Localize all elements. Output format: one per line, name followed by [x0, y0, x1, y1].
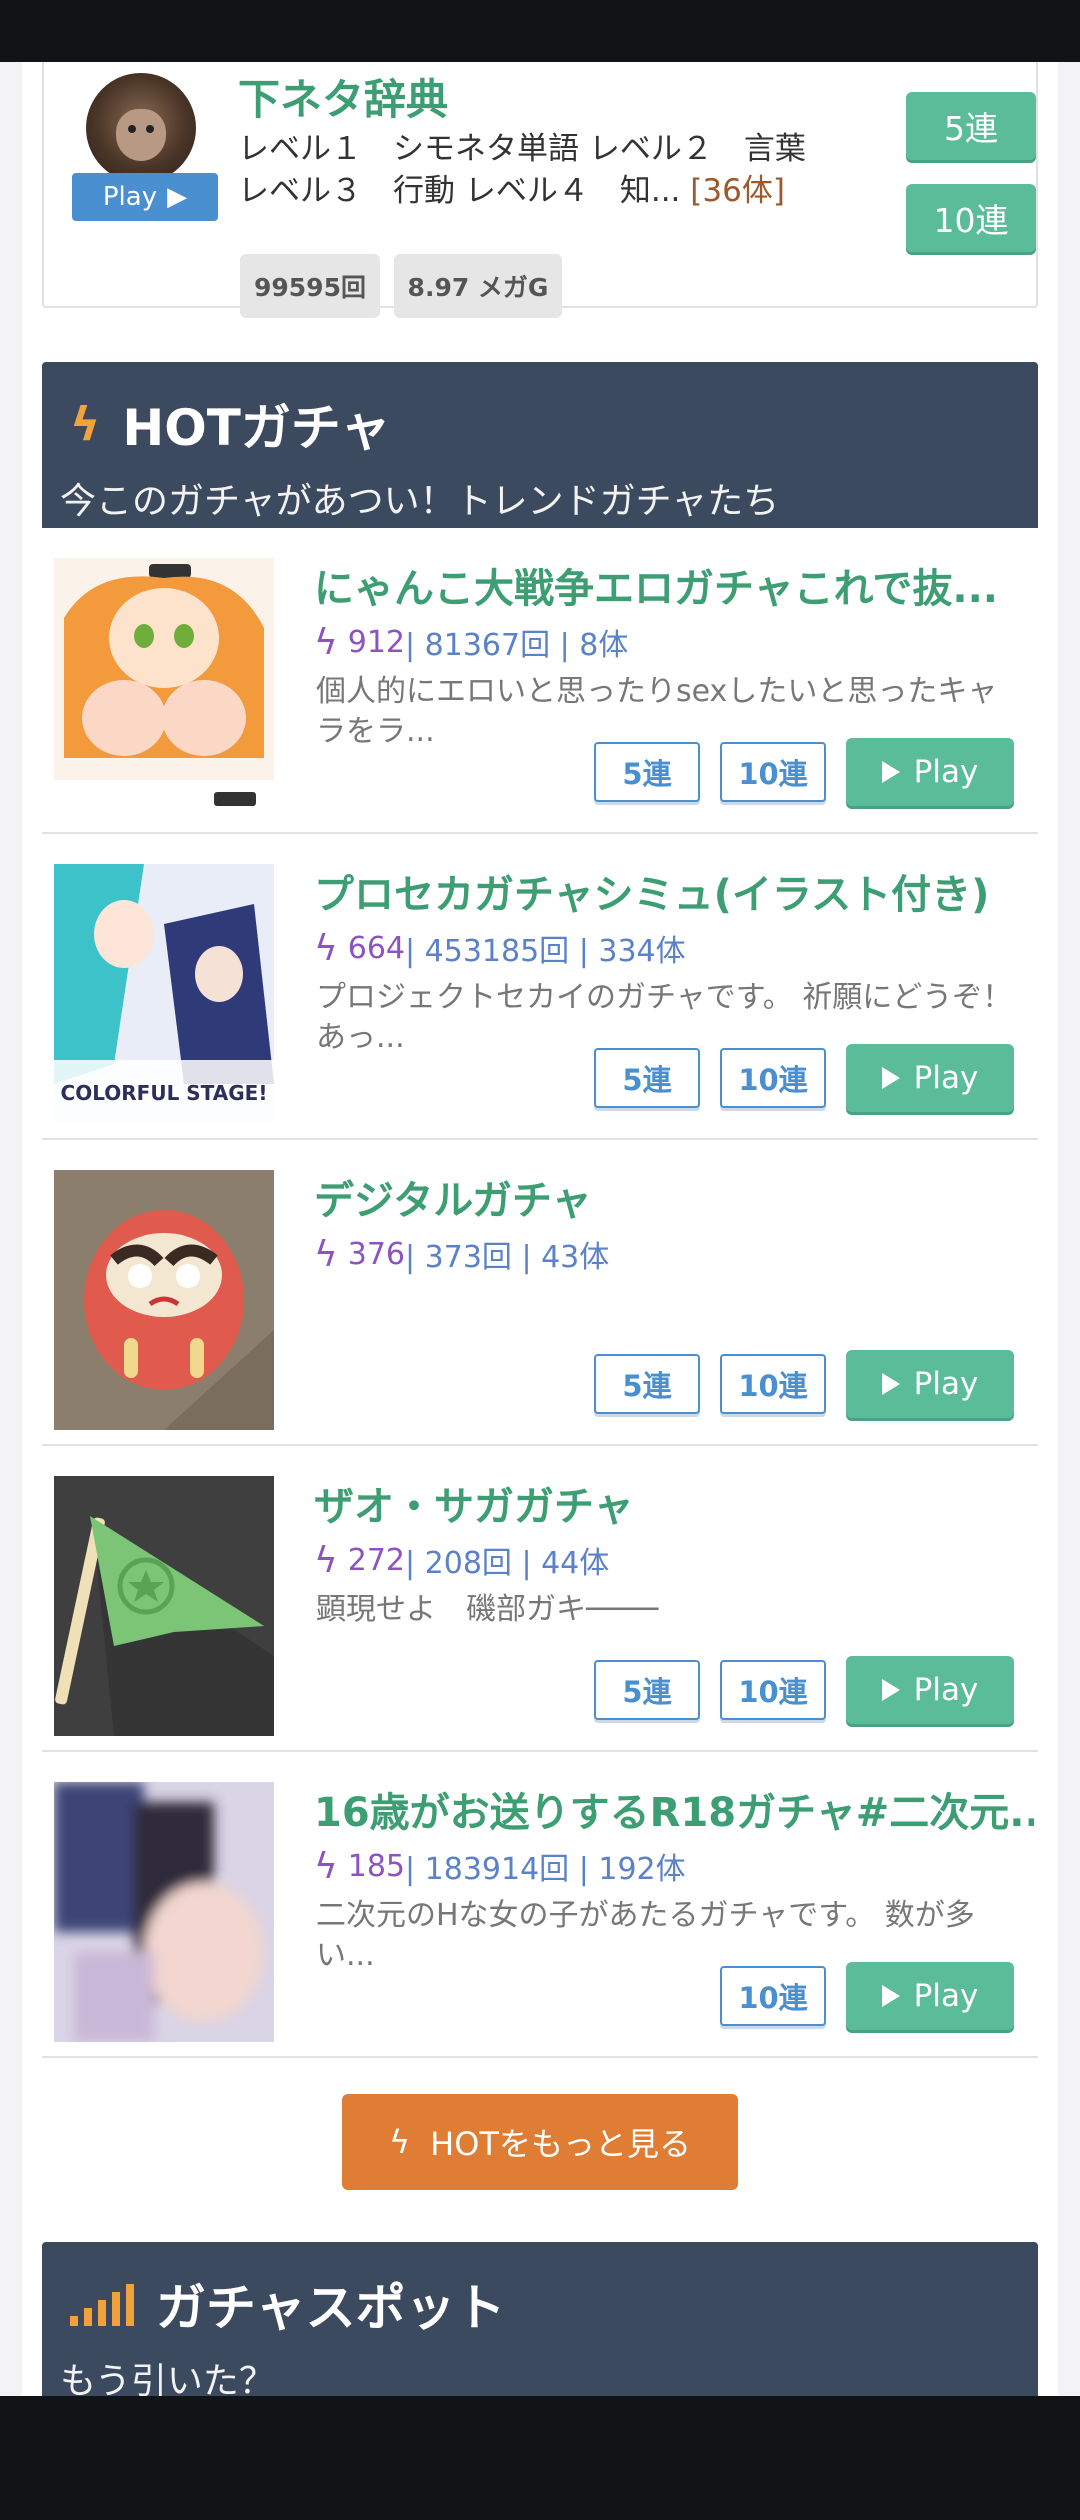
roll-5-button[interactable]: 5連: [594, 1660, 700, 1720]
gacha-stats: ϟ 185 | 183914回 | 192体: [314, 1844, 686, 1888]
gacha-row: COLORFUL STAGE! プロセカガチャシミュ(イラスト付き) ϟ 664…: [42, 834, 1038, 1140]
play-label: Play: [913, 754, 979, 790]
play-button[interactable]: Play: [846, 1656, 1014, 1724]
chimp-avatar: [86, 73, 196, 183]
gacha-title[interactable]: にゃんこ大戦争エロガチャこれで抜...: [314, 556, 1034, 614]
section-title: ガチャスポット: [156, 2279, 506, 2337]
play-button[interactable]: Play ▶: [72, 173, 218, 221]
gacha-thumbnail[interactable]: [54, 558, 274, 818]
gacha-stats: ϟ 272 | 208回 | 44体: [314, 1538, 609, 1582]
gacha-title[interactable]: ザオ・サガガチャ: [314, 1474, 1034, 1532]
gacha-stats: ϟ 912 | 81367回 | 8体: [314, 620, 628, 664]
bolt-icon: ϟ: [314, 621, 338, 663]
play-triangle-icon: [881, 1679, 900, 1701]
roll-10-button[interactable]: 10連: [720, 1354, 826, 1414]
gacha-thumbnail[interactable]: [54, 1782, 274, 2042]
status-bar: [0, 0, 1080, 62]
gacha-title[interactable]: 16歳がお送りするR18ガチャ#二次元...: [314, 1780, 1034, 1838]
play-label: Play: [913, 1672, 979, 1708]
page: Play ▶ 下ネタ辞典 レベル１ シモネタ単語 レベル２ 言葉 レベル３ 行動…: [22, 62, 1058, 2396]
gacha-title[interactable]: デジタルガチャ: [314, 1168, 1034, 1226]
gacha-card[interactable]: Play ▶ 下ネタ辞典 レベル１ シモネタ単語 レベル２ 言葉 レベル３ 行動…: [42, 62, 1038, 318]
play-label: Play: [913, 1060, 979, 1096]
roll-10-button[interactable]: 10連: [720, 1048, 826, 1108]
gacha-thumbnail[interactable]: COLORFUL STAGE!: [54, 864, 274, 1124]
svg-text:COLORFUL STAGE!: COLORFUL STAGE!: [61, 1081, 268, 1105]
plays-tag: 99595回: [240, 254, 380, 318]
gacha-thumbnail[interactable]: [54, 1170, 274, 1430]
play-stats: | 373回 | 43体: [405, 1240, 610, 1275]
gacha-description: 顕現せよ 磯部ガキ────: [316, 1592, 659, 1627]
gacha-stats: ϟ 376 | 373回 | 43体: [314, 1232, 609, 1276]
play-icon: ▶: [167, 182, 188, 212]
hot-score: 912: [347, 624, 406, 660]
desc-line-1: レベル１ シモネタ単語 レベル２ 言葉: [238, 131, 806, 167]
play-triangle-icon: [881, 1985, 900, 2007]
desc-line-2: レベル３ 行動 レベル４ 知...: [238, 173, 681, 209]
gacha-stats: ϟ 664 | 453185回 | 334体: [314, 926, 686, 970]
gacha-thumbnail[interactable]: [54, 1476, 274, 1736]
play-label: Play: [102, 182, 158, 212]
play-button[interactable]: Play: [846, 738, 1014, 806]
spot-section-header: ガチャスポット もう引いた？: [42, 2242, 1038, 2396]
bolt-icon: ϟ: [70, 397, 101, 451]
roll-5-button[interactable]: 5連: [594, 742, 700, 802]
hot-score: 185: [347, 1848, 406, 1884]
navigation-bar: [0, 2396, 1080, 2520]
play-stats: | 81367回 | 8体: [405, 628, 629, 663]
hot-more-button[interactable]: ϟ HOTをもっと見る: [342, 2094, 738, 2190]
gacha-description: レベル１ シモネタ単語 レベル２ 言葉 レベル３ 行動 レベル４ 知... [3…: [238, 128, 828, 212]
section-title: HOTガチャ: [122, 399, 391, 457]
play-stats: | 183914回 | 192体: [405, 1852, 686, 1887]
roll-10-button[interactable]: 10連: [720, 1966, 826, 2026]
gacha-row: 16歳がお送りするR18ガチャ#二次元... ϟ 185 | 183914回 |…: [42, 1752, 1038, 2058]
play-triangle-icon: [881, 1373, 900, 1395]
play-label: Play: [913, 1366, 979, 1402]
roll-5-button[interactable]: 5連: [594, 1354, 700, 1414]
play-button[interactable]: Play: [846, 1044, 1014, 1112]
roll-10-button[interactable]: 10連: [720, 1660, 826, 1720]
roll-5-button[interactable]: 5連: [594, 1048, 700, 1108]
gacha-title[interactable]: プロセカガチャシミュ(イラスト付き): [314, 862, 1034, 920]
gacha-row: デジタルガチャ ϟ 376 | 373回 | 43体 5連 10連 Play: [42, 1140, 1038, 1446]
size-tag: 8.97 メガG: [394, 254, 562, 318]
play-button[interactable]: Play: [846, 1350, 1014, 1418]
gacha-row: ザオ・サガガチャ ϟ 272 | 208回 | 44体 顕現せよ 磯部ガキ───…: [42, 1446, 1038, 1752]
bolt-icon: ϟ: [389, 2123, 411, 2161]
gacha-row: にゃんこ大戦争エロガチャこれで抜... ϟ 912 | 81367回 | 8体 …: [42, 528, 1038, 834]
section-subtitle: 今このガチャがあつい！トレンドガチャたち: [60, 481, 780, 522]
hot-score: 376: [347, 1236, 406, 1272]
roll-10-button[interactable]: 10連: [720, 742, 826, 802]
hot-score: 272: [347, 1542, 406, 1578]
play-stats: | 453185回 | 334体: [405, 934, 686, 969]
play-button[interactable]: Play: [846, 1962, 1014, 2030]
bolt-icon: ϟ: [314, 1845, 338, 1887]
bolt-icon: ϟ: [314, 1539, 338, 1581]
play-triangle-icon: [881, 761, 900, 783]
hot-section-header: ϟ HOTガチャ 今このガチャがあつい！トレンドガチャたち: [42, 362, 1038, 528]
bolt-icon: ϟ: [314, 927, 338, 969]
roll-10-button[interactable]: 10連: [906, 184, 1036, 252]
play-stats: | 208回 | 44体: [405, 1546, 610, 1581]
gacha-title[interactable]: 下ネタ辞典: [238, 66, 448, 127]
hot-score: 664: [347, 930, 406, 966]
roll-5-button[interactable]: 5連: [906, 92, 1036, 160]
signal-bars-icon: [70, 2282, 134, 2326]
section-subtitle: もう引いた？: [60, 2361, 275, 2396]
bolt-icon: ϟ: [314, 1233, 338, 1275]
play-label: Play: [913, 1978, 979, 2014]
character-count: [36体]: [690, 173, 785, 209]
play-triangle-icon: [881, 1067, 900, 1089]
more-label: HOTをもっと見る: [430, 2125, 691, 2163]
